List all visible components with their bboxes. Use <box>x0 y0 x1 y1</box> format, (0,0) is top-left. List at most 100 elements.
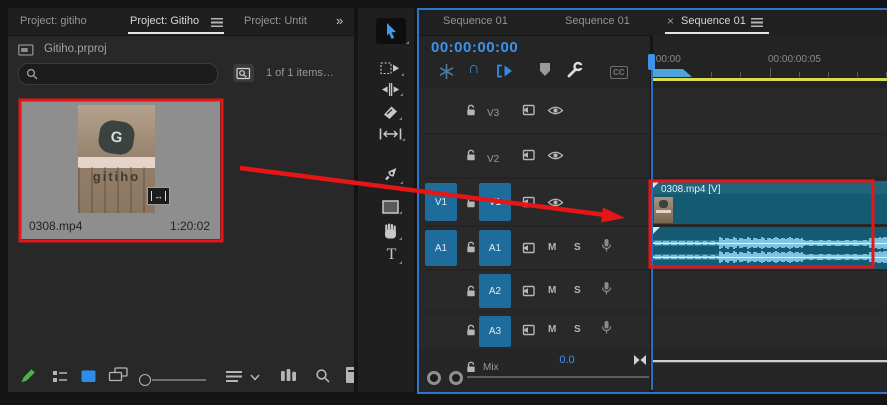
track-output-eye-icon[interactable] <box>547 105 564 116</box>
panel-menu-icon[interactable] <box>751 18 763 27</box>
playhead-line[interactable] <box>651 68 653 390</box>
search-input[interactable] <box>43 65 215 83</box>
hand-tool[interactable] <box>382 223 399 240</box>
time-ruler[interactable]: :00:00 00:00:00:05 <box>653 35 887 88</box>
tab-sequence-2[interactable]: Sequence 01 <box>565 15 630 27</box>
type-tool-glyph: T <box>387 246 397 264</box>
source-patch-a1-button[interactable]: A1 <box>425 230 457 266</box>
track-name-v3[interactable]: V3 <box>487 108 499 119</box>
chevron-down-icon[interactable] <box>250 374 260 381</box>
fit-bowtie-icon[interactable] <box>633 354 647 366</box>
voiceover-mic-icon[interactable] <box>601 320 612 335</box>
solo-button[interactable]: S <box>574 285 581 296</box>
sort-icon[interactable] <box>225 370 243 383</box>
sync-lock-icon[interactable] <box>520 149 535 161</box>
close-tab-icon[interactable]: × <box>667 14 674 28</box>
timeline-clip-video[interactable]: 0308.mp4 [V] <box>653 181 887 224</box>
snap-magnet-icon[interactable]: ∩ <box>468 60 480 78</box>
track-select-forward-tool[interactable] <box>380 61 401 76</box>
ruler-label-5s: 00:00:00:05 <box>768 54 821 65</box>
playhead-head[interactable] <box>648 54 655 70</box>
icon-view-icon[interactable] <box>80 369 97 384</box>
sync-lock-icon[interactable] <box>520 324 535 336</box>
lock-icon[interactable] <box>465 285 477 298</box>
scrollbar-handle-left[interactable] <box>427 371 441 385</box>
tab-sequence-3[interactable]: Sequence 01 <box>681 15 746 27</box>
tab-overflow-chevron-icon[interactable]: » <box>336 13 343 28</box>
lock-icon[interactable] <box>465 361 477 372</box>
rectangle-tool[interactable] <box>382 200 399 214</box>
pen-tool[interactable] <box>382 164 400 184</box>
nest-sequences-icon[interactable] <box>438 63 455 80</box>
solo-button[interactable]: S <box>574 242 581 253</box>
selection-tool[interactable] <box>376 18 406 44</box>
razor-tool[interactable] <box>382 105 399 120</box>
scrollbar-track[interactable] <box>467 376 649 378</box>
clip-thumbnail[interactable]: G gitiho <box>78 105 155 213</box>
bin-search-icon <box>236 67 251 80</box>
mute-button[interactable]: M <box>548 242 556 253</box>
rectangle-icon <box>382 200 399 214</box>
lock-icon[interactable] <box>465 196 477 209</box>
lock-icon[interactable] <box>465 149 477 162</box>
sync-lock-icon[interactable] <box>520 285 535 297</box>
captions-icon[interactable]: CC <box>610 66 628 79</box>
type-tool[interactable]: T <box>384 246 399 264</box>
track-name-mix[interactable]: Mix <box>483 362 499 372</box>
voiceover-mic-icon[interactable] <box>601 281 612 296</box>
voiceover-mic-icon[interactable] <box>601 238 612 253</box>
premiere-pro-workspace: Project: gitiho Project: Gitiho Project:… <box>0 0 887 405</box>
sync-lock-icon[interactable] <box>520 104 535 116</box>
list-view-icon[interactable] <box>52 369 68 384</box>
clip-duration: 1:20:02 <box>170 219 210 233</box>
find-icon[interactable] <box>315 368 331 384</box>
track-target-a2-button[interactable]: A2 <box>479 274 511 308</box>
track-target-a3-button[interactable]: A3 <box>479 316 511 347</box>
project-item-0308[interactable]: G gitiho ↔ 0308.mp4 1:20:02 <box>21 101 220 239</box>
sync-lock-icon[interactable] <box>520 196 535 208</box>
panel-focus-border <box>417 8 419 394</box>
writable-pencil-icon[interactable] <box>20 367 37 384</box>
new-item-icon[interactable] <box>346 367 354 383</box>
tab-sequence-1[interactable]: Sequence 01 <box>443 15 508 27</box>
track-select-icon <box>380 61 401 76</box>
track-name-v2[interactable]: V2 <box>487 154 499 165</box>
track-target-a1-button[interactable]: A1 <box>479 230 511 266</box>
track-output-eye-icon[interactable] <box>547 150 564 161</box>
mute-button[interactable]: M <box>548 285 556 296</box>
filter-bin-content-button[interactable] <box>233 64 254 82</box>
tab-project-untitled[interactable]: Project: Untit <box>244 15 307 27</box>
solo-button[interactable]: S <box>574 324 581 335</box>
add-marker-icon[interactable] <box>540 63 550 76</box>
timeline-clip-label: 0308.mp4 [V] <box>661 184 720 195</box>
ruler-label-start: :00:00 <box>653 54 681 65</box>
slip-tool[interactable] <box>379 127 402 141</box>
linked-selection-icon[interactable] <box>496 64 513 78</box>
zoom-slider-handle[interactable] <box>139 374 151 386</box>
tab-project-gitiho-2[interactable]: Project: Gitiho <box>130 15 199 27</box>
timeline-clip-audio[interactable] <box>653 227 887 269</box>
tab-project-gitiho-1[interactable]: Project: gitiho <box>20 15 87 27</box>
mute-button[interactable]: M <box>548 324 556 335</box>
scrollbar-handle-right[interactable] <box>449 371 463 385</box>
timeline-settings-wrench-icon[interactable] <box>566 61 584 79</box>
panel-menu-icon[interactable] <box>211 18 223 27</box>
panel-focus-border <box>417 392 887 394</box>
source-patch-v1-button[interactable]: V1 <box>425 183 457 221</box>
lock-icon[interactable] <box>465 104 477 117</box>
sync-lock-icon[interactable] <box>520 242 535 254</box>
tools-panel: T <box>358 8 414 392</box>
master-gain-value[interactable]: 0.0 <box>549 354 585 366</box>
razor-icon <box>382 105 399 120</box>
zoom-slider-track[interactable] <box>152 379 206 381</box>
automate-to-sequence-icon[interactable] <box>280 367 298 383</box>
playhead-timecode[interactable]: 00:00:00:00 <box>431 39 518 56</box>
track-target-v1-button[interactable]: V1 <box>479 183 511 221</box>
ripple-edit-tool[interactable] <box>381 83 400 96</box>
track-output-eye-icon[interactable] <box>547 197 564 208</box>
breadcrumb[interactable]: Gitiho.prproj <box>44 43 107 55</box>
freeform-view-icon[interactable] <box>108 367 129 383</box>
thumb-word: gitiho <box>78 169 155 184</box>
lock-icon[interactable] <box>465 241 477 254</box>
lock-icon[interactable] <box>465 324 477 337</box>
